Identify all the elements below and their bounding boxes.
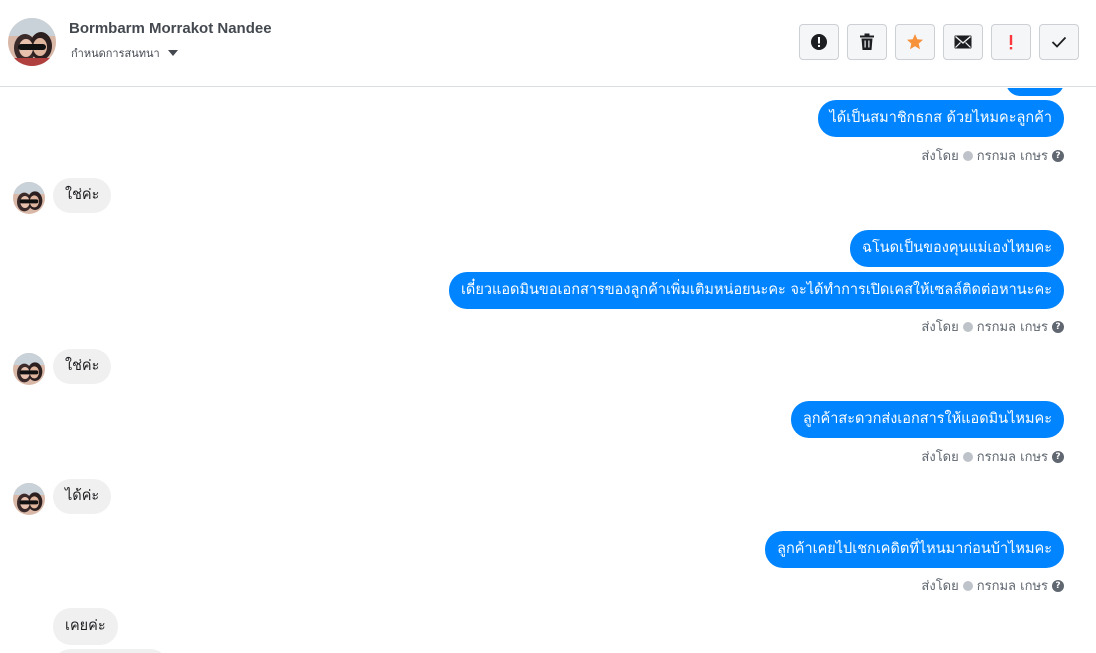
verified-icon (962, 580, 973, 591)
outgoing-message[interactable]: ฉโนดเป็นของคุนแม่เองไหมคะ (850, 230, 1064, 267)
caret-down-icon (167, 50, 178, 56)
incoming-message[interactable] (53, 649, 168, 653)
outgoing-message[interactable]: ลูกค้าเคยไปเชกเคดิตที่ไหนมาก่อนบ้าไหมคะ (765, 531, 1064, 568)
help-icon[interactable]: ? (1052, 320, 1064, 333)
report-button[interactable] (799, 24, 839, 60)
contact-avatar-small (13, 353, 45, 385)
sent-by-info: ส่งโดย กรกมล เกษร ? (921, 316, 1064, 337)
email-button[interactable] (943, 24, 983, 60)
envelope-icon (954, 35, 972, 49)
contact-avatar-small (13, 483, 45, 515)
agent-name: กรกมล เกษร (976, 320, 1048, 335)
incoming-message[interactable]: ได้ค่ะ (53, 479, 112, 514)
outgoing-message[interactable]: เดี๋ยวแอดมินขอเอกสารของลูกค้าเพิ่มเติมหน… (448, 272, 1064, 309)
contact-avatar-small (13, 182, 45, 214)
help-icon[interactable]: ? (1052, 149, 1064, 162)
agent-name: กรกมล เกษร (976, 579, 1048, 594)
contact-name[interactable]: Bormbarm Morrakot Nandee (69, 20, 272, 37)
contact-avatar[interactable] (8, 18, 56, 66)
verified-icon (962, 451, 973, 462)
done-button[interactable] (1039, 24, 1079, 60)
incoming-message[interactable]: ใช่ค่ะ (53, 178, 112, 213)
verified-icon (962, 150, 973, 161)
incoming-message[interactable]: เคยค่ะ (53, 608, 118, 645)
exclamation-icon (1009, 35, 1013, 50)
conversation-toolbar (799, 24, 1079, 60)
sent-by-info: ส่งโดย กรกมล เกษร ? (921, 446, 1064, 467)
trash-icon (860, 33, 874, 50)
sent-by-label: ส่งโดย (921, 579, 959, 594)
agent-name: กรกมล เกษร (976, 450, 1048, 465)
help-icon[interactable]: ? (1052, 579, 1064, 592)
outgoing-message[interactable]: ได้เป็นสมาชิกธกส ด้วยไหมคะลูกค้า (817, 100, 1064, 137)
delete-button[interactable] (847, 24, 887, 60)
star-icon (907, 34, 923, 50)
sent-by-info: ส่งโดย กรกมล เกษร ? (921, 575, 1064, 596)
sent-by-label: ส่งโดย (921, 450, 959, 465)
conversation-header: Bormbarm Morrakot Nandee กำหนดการสนทนา (0, 0, 1096, 87)
sent-by-label: ส่งโดย (921, 320, 959, 335)
help-icon[interactable]: ? (1052, 450, 1064, 463)
outgoing-message[interactable]: ลูกค้าสะดวกส่งเอกสารให้แอดมินไหมคะ (790, 401, 1064, 438)
conversation-label-text: กำหนดการสนทนา (71, 47, 160, 60)
verified-icon (962, 321, 973, 332)
star-button[interactable] (895, 24, 935, 60)
message-thread[interactable]: ได้เป็นสมาชิกธกส ด้วยไหมคะลูกค้า ส่งโดย … (0, 88, 1096, 653)
important-button[interactable] (991, 24, 1031, 60)
agent-name: กรกมล เกษร (976, 149, 1048, 164)
incoming-message[interactable]: ใช่ค่ะ (53, 349, 112, 384)
check-icon (1051, 36, 1067, 48)
sent-by-info: ส่งโดย กรกมล เกษร ? (921, 145, 1064, 166)
sent-by-label: ส่งโดย (921, 149, 959, 164)
exclamation-circle-icon (811, 34, 827, 50)
outgoing-message[interactable] (1006, 88, 1064, 96)
conversation-label-dropdown[interactable]: กำหนดการสนทนา (71, 44, 178, 62)
